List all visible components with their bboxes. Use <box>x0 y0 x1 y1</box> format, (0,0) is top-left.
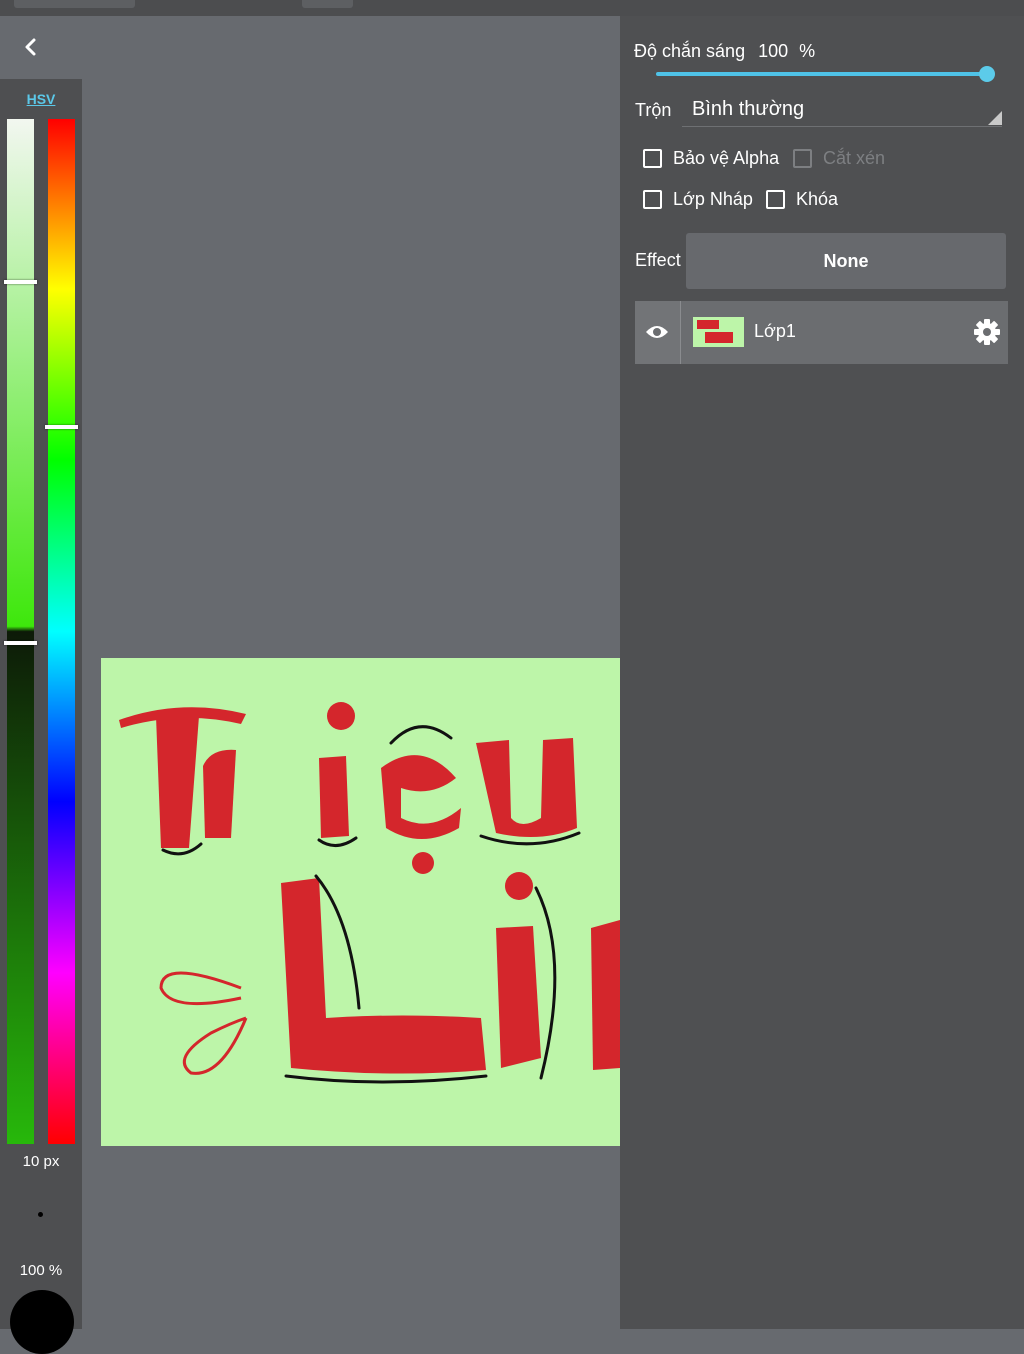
stroke-i2 <box>496 926 541 1068</box>
checkbox-box <box>643 189 662 209</box>
value-marker[interactable] <box>4 641 37 645</box>
layer-thumbnail <box>693 317 744 347</box>
hue-slider[interactable] <box>48 119 75 1144</box>
blend-mode-value: Bình thường <box>692 98 805 120</box>
stroke-i <box>319 756 349 838</box>
layer-panel: Độ chắn sáng 100 % Trộn Bình thường Bảo … <box>620 16 1024 1329</box>
checkbox-box <box>793 148 812 168</box>
drawing-canvas[interactable] <box>101 658 620 1146</box>
draft-layer-checkbox[interactable]: Lớp Nháp <box>643 186 753 212</box>
gear-icon <box>974 319 1000 345</box>
saturation-value-slider[interactable] <box>7 119 34 1144</box>
effect-button[interactable]: None <box>686 233 1006 289</box>
brush-size-label[interactable]: 10 px <box>0 1153 82 1170</box>
opacity-label: Độ chắn sáng 100 % <box>634 41 815 62</box>
top-tab-stub[interactable] <box>302 0 353 8</box>
brush-size-preview <box>38 1212 43 1217</box>
stroke-L <box>281 878 486 1074</box>
dropdown-corner-icon <box>988 111 1002 125</box>
outline-L-base <box>284 1074 488 1084</box>
layer-name: Lớp1 <box>754 321 796 341</box>
eye-icon <box>646 326 668 338</box>
blend-label: Trộn <box>635 100 672 120</box>
hue-marker[interactable] <box>45 425 78 429</box>
visibility-toggle[interactable] <box>635 301 681 364</box>
chevron-left-icon <box>25 38 36 56</box>
brush-opacity-label[interactable]: 100 % <box>0 1262 82 1279</box>
alpha-protect-label: Bảo vệ Alpha <box>673 147 780 168</box>
opacity-unit: % <box>799 41 816 61</box>
stroke-e <box>381 755 461 839</box>
layer-settings-button[interactable] <box>972 317 1002 347</box>
layer-row[interactable]: Lớp1 <box>635 301 1008 364</box>
clipping-checkbox[interactable]: Cắt xén <box>793 145 885 171</box>
opacity-value: 100 <box>758 41 789 61</box>
color-mode-tab[interactable]: HSV <box>0 91 82 107</box>
alpha-protect-checkbox[interactable]: Bảo vệ Alpha <box>643 145 779 171</box>
stroke-u <box>476 738 577 837</box>
outline-circumflex <box>389 725 453 745</box>
lock-checkbox[interactable]: Khóa <box>766 186 838 212</box>
stroke-r <box>203 749 236 838</box>
stroke-e-dot <box>412 852 434 874</box>
stroke-i-dot <box>327 702 355 730</box>
artwork <box>119 702 620 1084</box>
saturation-marker[interactable] <box>4 280 37 284</box>
effect-label: Effect <box>635 250 681 270</box>
opacity-slider-knob[interactable] <box>979 66 995 82</box>
top-tab-stub[interactable] <box>14 0 135 8</box>
flourish-bottom <box>182 1016 248 1075</box>
flourish-top <box>159 971 242 1006</box>
opacity-slider[interactable] <box>656 72 988 76</box>
stroke-n <box>591 920 620 1070</box>
outline-i <box>317 836 358 847</box>
color-panel: HSV 10 px 100 % <box>0 79 82 1354</box>
stroke-T-stem <box>156 716 199 848</box>
draft-layer-label: Lớp Nháp <box>673 188 753 209</box>
checkbox-box <box>643 148 662 168</box>
lock-label: Khóa <box>796 188 839 209</box>
clipping-label: Cắt xén <box>823 147 886 168</box>
blend-mode-select[interactable]: Bình thường <box>682 96 1002 127</box>
stroke-i2-dot <box>505 872 533 900</box>
current-color-swatch[interactable] <box>10 1290 74 1354</box>
top-bar <box>0 0 1024 16</box>
checkbox-box <box>766 189 785 209</box>
back-button[interactable] <box>18 32 44 62</box>
opacity-label-text: Độ chắn sáng <box>634 41 746 61</box>
